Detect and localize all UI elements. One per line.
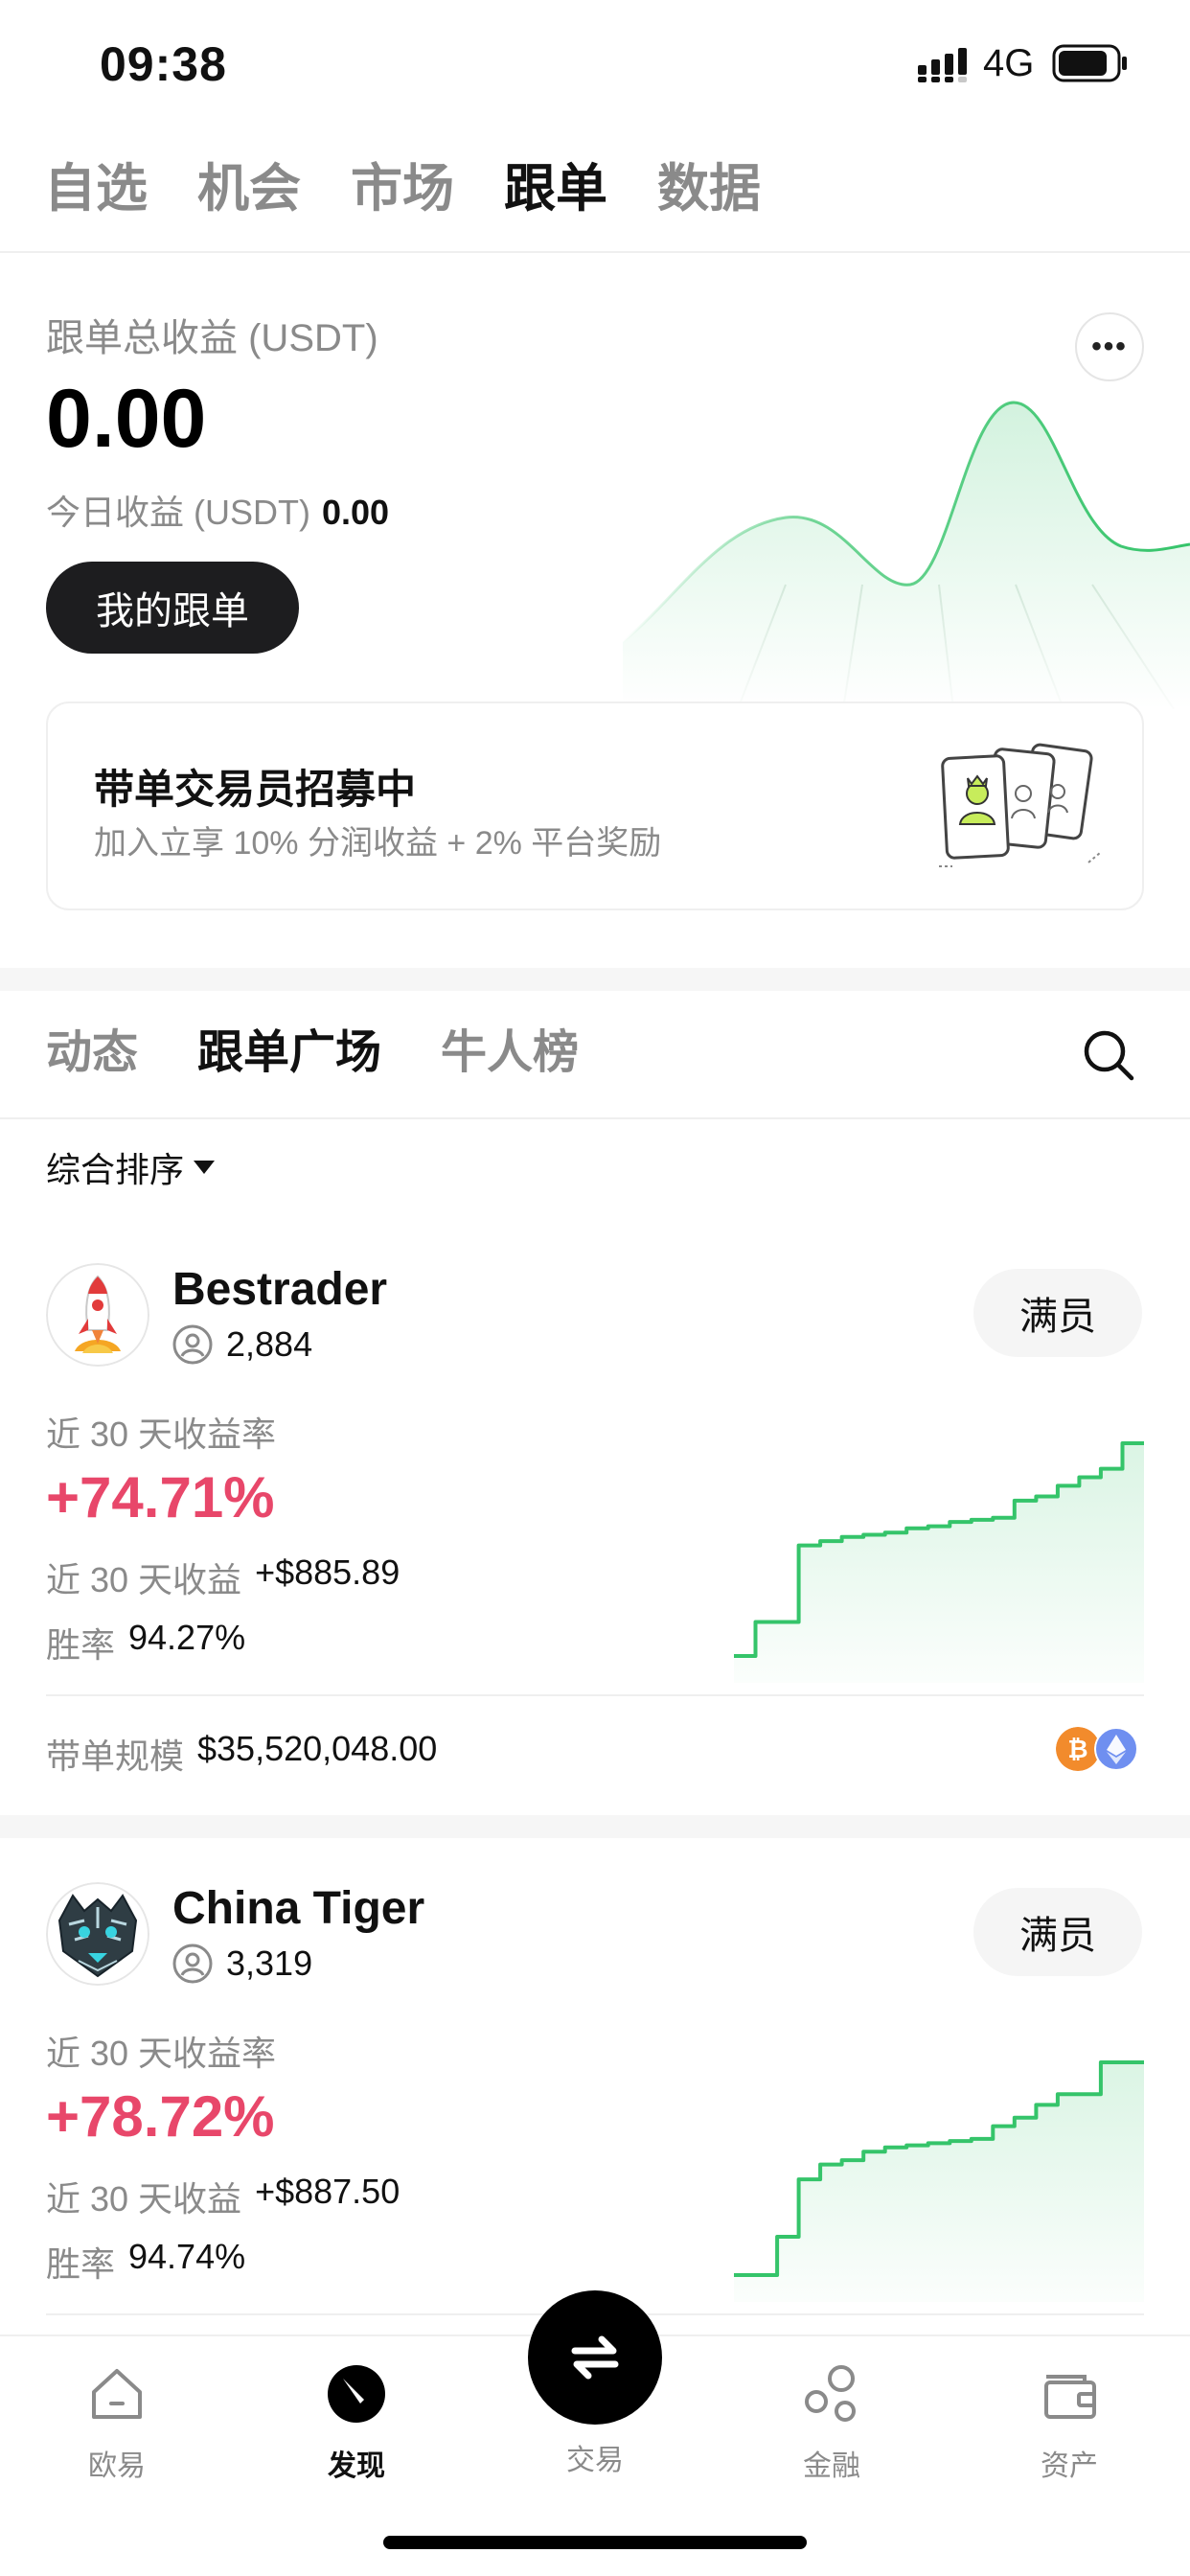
win-rate-value: 94.74% [128, 2237, 246, 2276]
user-icon [172, 1324, 213, 1365]
copy-trading-screen: 09:38 4G 自选 机会 市场 跟单 数据 跟单总收益 (USDT) 0.0… [0, 0, 1190, 2576]
finance-icon [805, 2365, 856, 2422]
follower-count: 3,319 [172, 1944, 312, 1984]
divider [0, 1117, 1190, 1119]
battery-icon [1052, 44, 1127, 82]
status-time: 09:38 [100, 37, 227, 91]
nav-label: 欧易 [88, 2450, 146, 2482]
my-copy-trades-button[interactable]: 我的跟单 [46, 562, 299, 654]
user-icon [172, 1944, 213, 1984]
pnl-row: 近 30 天收益 +$887.50 [46, 2172, 400, 2221]
discover-icon [328, 2365, 385, 2423]
tab-market[interactable]: 市场 [351, 155, 454, 222]
wallet-icon [1044, 2375, 1096, 2419]
tab-feed[interactable]: 动态 [46, 1020, 138, 1087]
top-nav: 自选 机会 市场 跟单 数据 [44, 155, 761, 222]
swap-icon[interactable] [528, 2290, 662, 2425]
search-icon[interactable] [1081, 1027, 1136, 1083]
divider [46, 1694, 1144, 1696]
home-icon [92, 2369, 142, 2419]
trader-avatar-tiger [46, 1882, 149, 1986]
sort-dropdown[interactable]: 综合排序 [46, 1142, 216, 1192]
roi-label: 近 30 天收益率 [46, 2034, 277, 2073]
network-label: 4G [983, 42, 1035, 84]
full-status-button[interactable]: 满员 [973, 1269, 1142, 1357]
pnl-label: 近 30 天收益 [46, 2179, 242, 2219]
win-rate-value: 94.27% [128, 1618, 246, 1657]
win-rate-label: 胜率 [46, 2244, 116, 2284]
today-earnings-value: 0.00 [321, 493, 390, 532]
win-rate-label: 胜率 [46, 1625, 116, 1665]
recruit-title: 带单交易员招募中 [94, 767, 417, 812]
aum-label: 带单规模 [46, 1736, 185, 1776]
pnl-value: +$887.50 [255, 2172, 400, 2211]
aum-value: $35,520,048.00 [197, 1729, 438, 1768]
pnl-row: 近 30 天收益 +$885.89 [46, 1552, 400, 1602]
nav-discover[interactable]: 发现 [289, 2363, 423, 2484]
trader-card[interactable]: Bestrader 2,884 满员 近 30 天收益率 +74.71% 近 3… [0, 1257, 1190, 1813]
trader-avatar-rocket [46, 1263, 149, 1367]
recruit-subtitle: 加入立享 10% 分润收益 + 2% 平台奖励 [94, 825, 662, 862]
follower-count-value: 3,319 [226, 1944, 313, 1983]
nav-assets[interactable]: 资产 [1002, 2363, 1136, 2484]
ethereum-icon [1094, 1727, 1138, 1771]
tab-watchlist[interactable]: 自选 [44, 155, 148, 222]
total-earnings-label: 跟单总收益 (USDT) [46, 317, 378, 359]
nav-label: 金融 [803, 2450, 860, 2482]
trader-cards-illustration [939, 743, 1101, 867]
pnl-label: 近 30 天收益 [46, 1560, 242, 1599]
total-earnings-value: 0.00 [46, 373, 207, 465]
pnl-value: +$885.89 [255, 1552, 400, 1592]
trader-name: China Tiger [172, 1883, 425, 1934]
sort-label: 综合排序 [46, 1150, 185, 1189]
pnl-sparkline [734, 2060, 1144, 2302]
status-bar: 09:38 4G [0, 0, 1190, 125]
today-earnings-label: 今日收益 (USDT) [46, 493, 310, 532]
home-indicator [383, 2536, 807, 2549]
roi-value: +78.72% [46, 2084, 275, 2149]
hero-decorative-chart [623, 401, 1190, 709]
full-status-button[interactable]: 满员 [973, 1888, 1142, 1976]
nav-finance[interactable]: 金融 [765, 2363, 899, 2484]
follower-count-value: 2,884 [226, 1324, 313, 1364]
sparkline-area [734, 2062, 1144, 2302]
today-earnings-row: 今日收益 (USDT) 0.00 [46, 485, 389, 535]
tab-copy-trading[interactable]: 跟单 [504, 155, 607, 222]
nav-label: 发现 [328, 2450, 385, 2482]
caret-down-icon [194, 1161, 216, 1174]
tab-leaderboard[interactable]: 牛人榜 [441, 1020, 579, 1087]
tab-opportunities[interactable]: 机会 [197, 155, 301, 222]
pnl-sparkline [734, 1441, 1144, 1683]
section-separator [0, 1815, 1190, 1838]
trader-name: Bestrader [172, 1264, 388, 1315]
nav-label: 交易 [566, 2445, 624, 2476]
swap-arrows-icon [571, 2335, 619, 2380]
tab-copy-plaza[interactable]: 跟单广场 [197, 1020, 381, 1087]
signal-icon [918, 48, 967, 82]
section-separator [0, 968, 1190, 991]
nav-home[interactable]: 欧易 [50, 2363, 184, 2484]
aum-row: 带单规模 $35,520,048.00 [46, 1729, 437, 1779]
trader-recruitment-banner[interactable]: 带单交易员招募中 加入立享 10% 分润收益 + 2% 平台奖励 [46, 702, 1144, 910]
tab-data[interactable]: 数据 [657, 155, 761, 222]
win-rate-row: 胜率 94.74% [46, 2237, 245, 2287]
roi-label: 近 30 天收益率 [46, 1414, 277, 1454]
nav-label: 资产 [1041, 2450, 1098, 2482]
trader-card[interactable]: China Tiger 3,319 满员 近 30 天收益率 +78.72% 近… [0, 1876, 1190, 2327]
copy-trading-subtabs: 动态 跟单广场 牛人榜 [46, 1020, 579, 1087]
follower-count: 2,884 [172, 1324, 312, 1365]
roi-value: +74.71% [46, 1465, 275, 1530]
divider [0, 251, 1190, 253]
svg-text:₿: ₿ [1067, 1736, 1087, 1764]
win-rate-row: 胜率 94.27% [46, 1618, 245, 1668]
